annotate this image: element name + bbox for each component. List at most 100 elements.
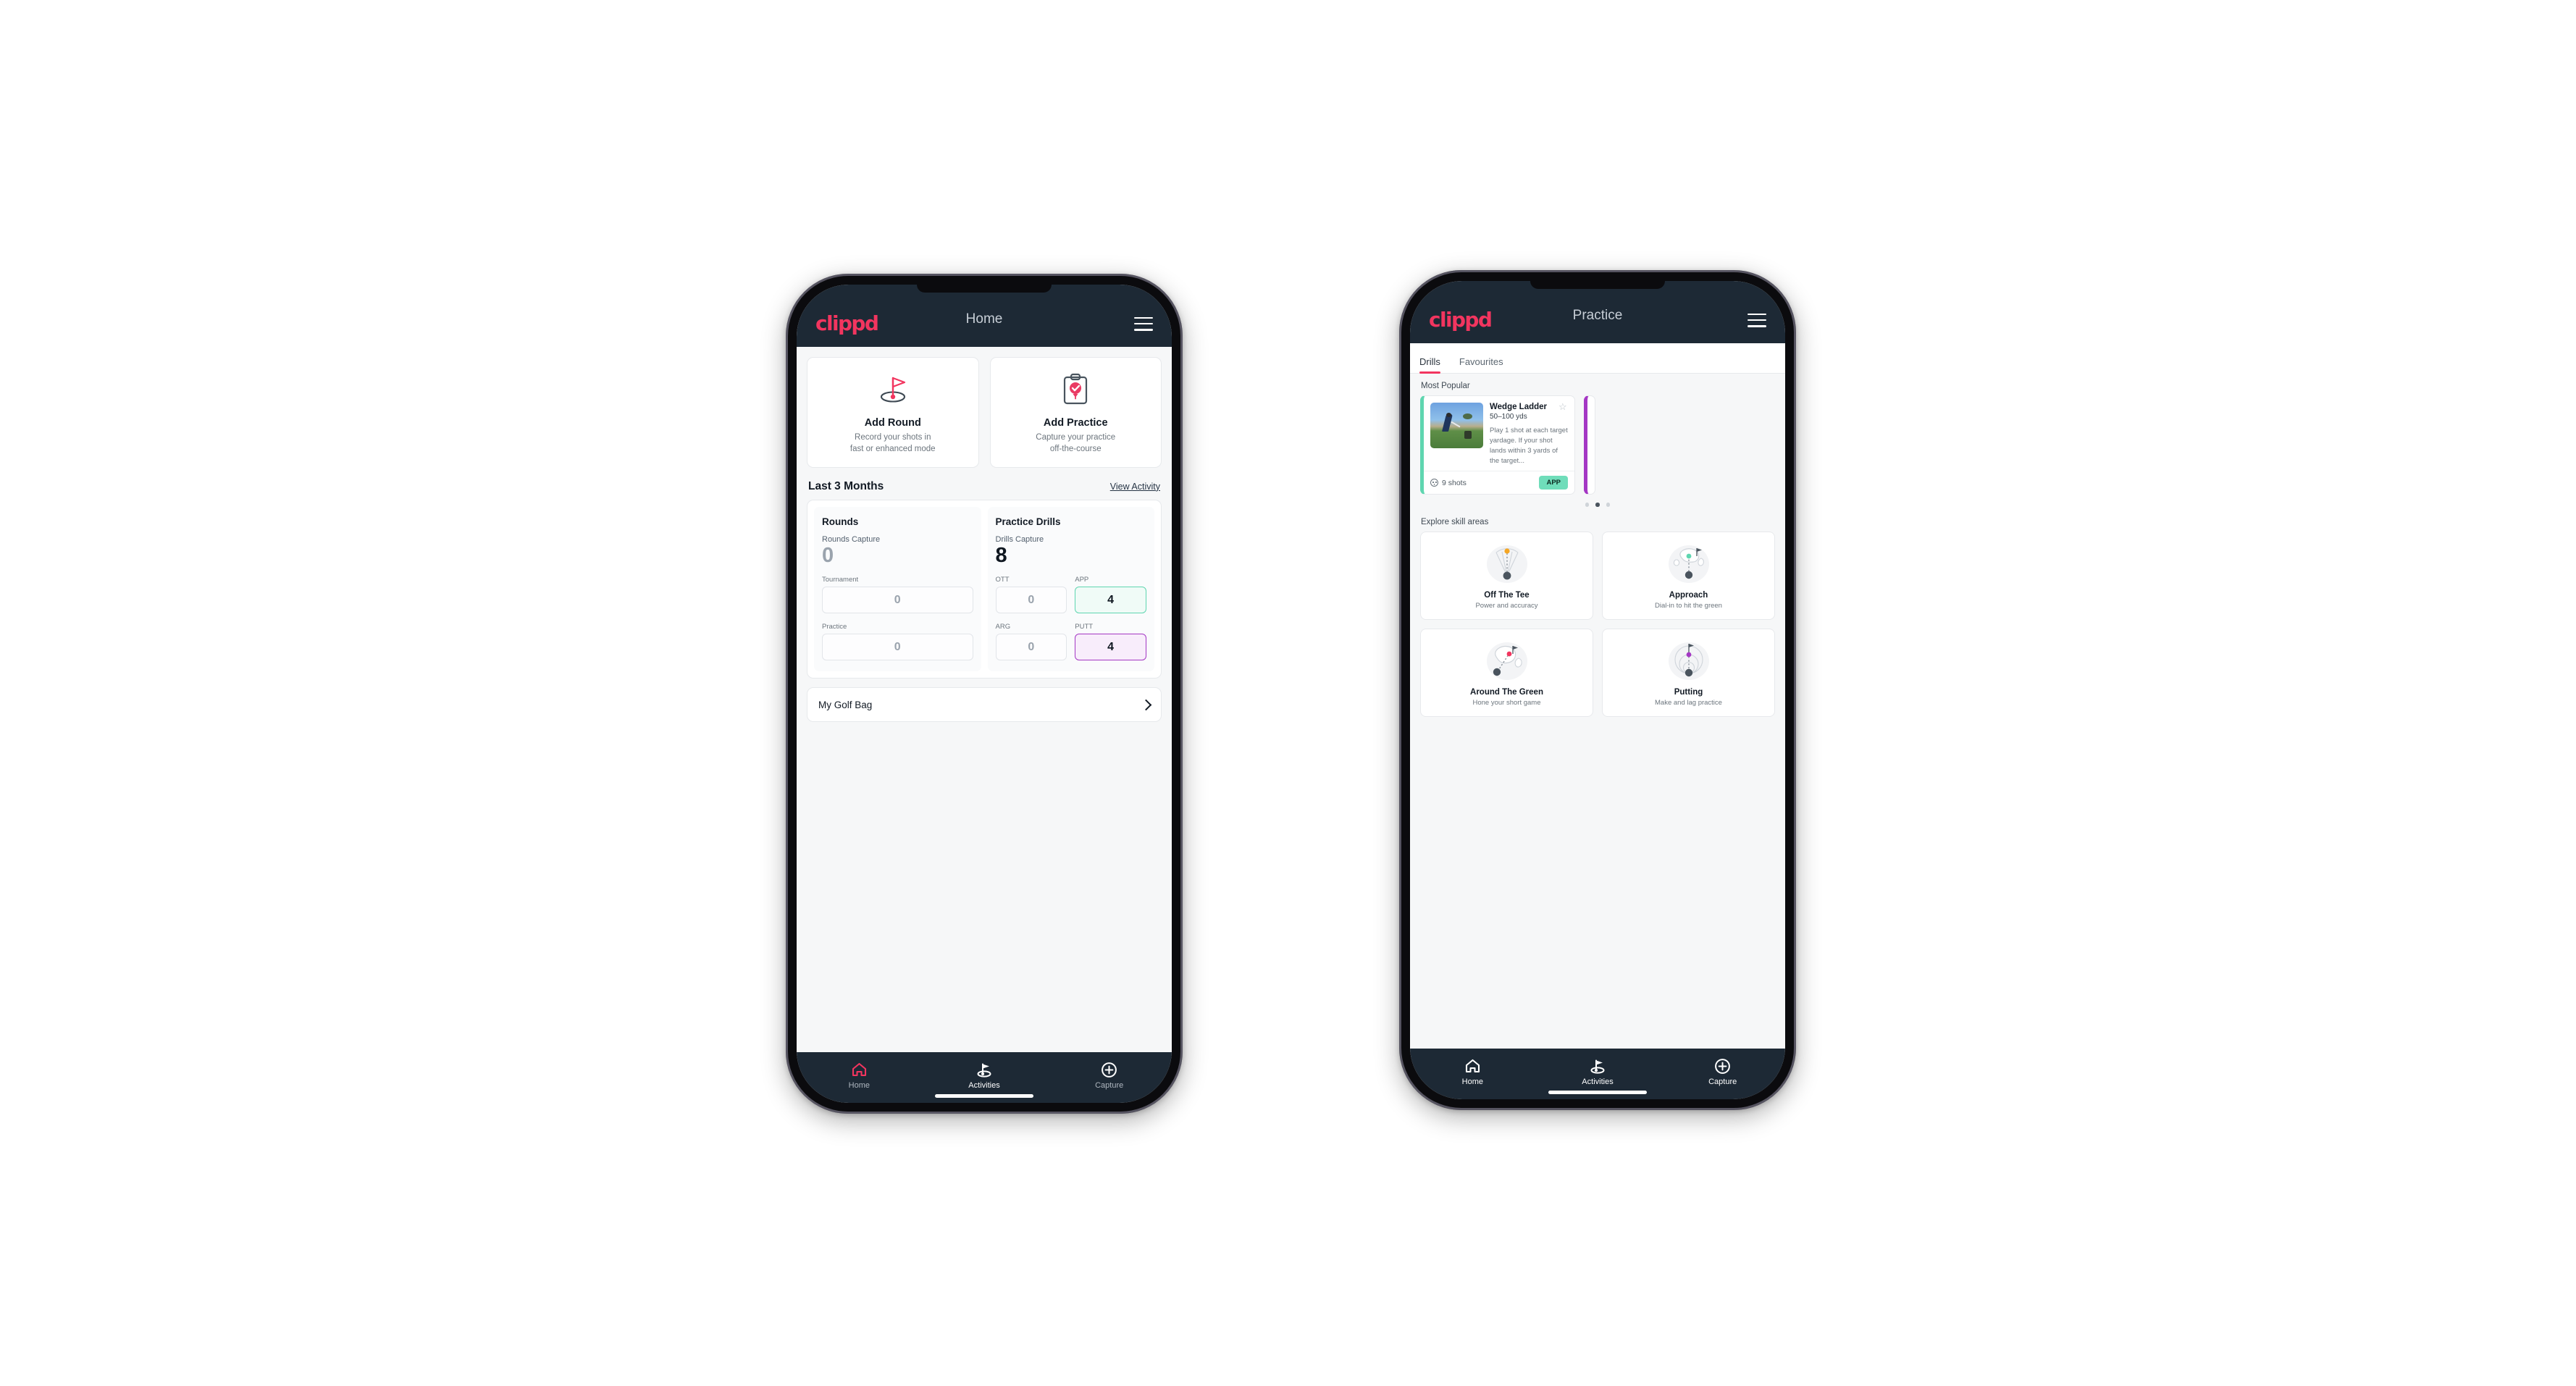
- home-icon: [797, 1061, 922, 1078]
- plus-circle-icon: [1046, 1061, 1172, 1078]
- skill-card-around-the-green[interactable]: Around The Green Hone your short game: [1420, 628, 1593, 717]
- rounds-column: Rounds Rounds Capture 0 Tournament 0 Pra…: [814, 506, 981, 672]
- arg-field: ARG 0: [995, 623, 1067, 661]
- drill-category-badge: APP: [1539, 476, 1568, 490]
- rounds-capture-value: 0: [822, 543, 834, 567]
- tee-shot-fan-icon: [1427, 541, 1587, 587]
- screenshot-stage: clippd Home Add Round Record your shots …: [0, 0, 2576, 1386]
- carousel-dot-2[interactable]: [1595, 503, 1600, 507]
- approach-green-icon: [1608, 541, 1769, 587]
- skill-name: Off The Tee: [1484, 590, 1530, 600]
- plus-circle-icon: [1660, 1057, 1785, 1075]
- nav-item-home[interactable]: Home: [1410, 1057, 1535, 1099]
- app-label: APP: [1075, 576, 1089, 584]
- notch: [917, 285, 1052, 293]
- tree-shape: [1463, 413, 1473, 420]
- skill-name: Approach: [1669, 590, 1708, 600]
- golf-flag-icon: [1535, 1057, 1661, 1075]
- skill-card-approach[interactable]: Approach Dial-in to hit the green: [1602, 531, 1775, 620]
- skill-card-putting[interactable]: Putting Make and lag practice: [1602, 628, 1775, 717]
- nav-item-home[interactable]: Home: [797, 1061, 922, 1103]
- bottom-nav-practice: Home Activities Capture: [1410, 1049, 1785, 1099]
- add-practice-title: Add Practice: [1043, 417, 1108, 429]
- drill-shots-label: 9 shots: [1442, 478, 1467, 487]
- skill-name: Putting: [1674, 687, 1703, 697]
- carousel-dots: [1410, 495, 1785, 510]
- skill-sub: Power and accuracy: [1475, 601, 1538, 610]
- ball-bucket-shape: [1464, 431, 1472, 440]
- practice-value[interactable]: 0: [822, 634, 973, 661]
- add-practice-card[interactable]: Add Practice Capture your practice off-t…: [989, 357, 1162, 468]
- my-golf-bag-row[interactable]: My Golf Bag: [807, 687, 1162, 723]
- putt-value[interactable]: 4: [1075, 634, 1146, 661]
- ott-label: OTT: [995, 576, 1010, 584]
- add-round-card[interactable]: Add Round Record your shots in fast or e…: [807, 357, 979, 468]
- drill-card[interactable]: Wedge Ladder ☆ 50–100 yds Play 1 shot at…: [1420, 395, 1575, 495]
- nav-item-capture[interactable]: Capture: [1046, 1061, 1172, 1103]
- golf-flag-icon: [922, 1061, 1047, 1078]
- carousel-dot-3[interactable]: [1606, 503, 1611, 507]
- drill-yardage: 50–100 yds: [1490, 413, 1527, 421]
- putt-field: PUTT 4: [1075, 623, 1146, 661]
- screen-practice: clippd Practice Drills Favourites Most P…: [1410, 281, 1785, 1099]
- nav-label-home: Home: [1461, 1078, 1483, 1086]
- drill-track: Wedge Ladder ☆ 50–100 yds Play 1 shot at…: [1420, 395, 1785, 495]
- ott-app-row: OTT 0 APP 4: [995, 576, 1146, 614]
- putt-label: PUTT: [1075, 623, 1094, 631]
- drills-heading: Practice Drills: [995, 516, 1061, 527]
- nav-item-capture[interactable]: Capture: [1660, 1057, 1785, 1099]
- clippd-logo[interactable]: clippd: [815, 314, 879, 334]
- tab-favourites[interactable]: Favourites: [1459, 356, 1514, 373]
- add-round-subtitle: Record your shots in fast or enhanced mo…: [815, 432, 971, 455]
- rounds-capture-label: Rounds Capture: [822, 534, 881, 544]
- hamburger-icon[interactable]: [1134, 316, 1153, 331]
- golfer-shape: [1441, 414, 1453, 432]
- arg-putt-row: ARG 0 PUTT 4: [995, 623, 1146, 661]
- add-practice-subtitle: Capture your practice off-the-course: [998, 432, 1154, 455]
- notch: [1530, 281, 1665, 289]
- skill-sub: Make and lag practice: [1655, 698, 1722, 707]
- my-golf-bag-label: My Golf Bag: [818, 699, 873, 710]
- drill-carousel[interactable]: Wedge Ladder ☆ 50–100 yds Play 1 shot at…: [1410, 395, 1785, 495]
- drill-description: Play 1 shot at each target yardage. If y…: [1490, 427, 1568, 465]
- chevron-right-icon: [1140, 699, 1152, 710]
- bottom-nav-home: Home Activities Capture: [797, 1052, 1172, 1103]
- arg-label: ARG: [995, 623, 1011, 631]
- drill-card-next-peek[interactable]: [1584, 395, 1595, 495]
- last-3-months-header: Last 3 Months View Activity: [797, 468, 1172, 500]
- hamburger-icon[interactable]: [1748, 313, 1766, 327]
- drill-card-top: Wedge Ladder ☆ 50–100 yds Play 1 shot at…: [1424, 396, 1574, 471]
- explore-skill-areas-label: Explore skill areas: [1421, 517, 1489, 526]
- drills-capture-label: Drills Capture: [995, 534, 1044, 544]
- skill-card-off-the-tee[interactable]: Off The Tee Power and accuracy: [1420, 531, 1593, 620]
- arg-value[interactable]: 0: [995, 634, 1067, 661]
- skill-sub: Hone your short game: [1472, 698, 1541, 707]
- nav-label-activities: Activities: [1582, 1078, 1614, 1086]
- home-icon: [1410, 1057, 1535, 1075]
- clippd-logo[interactable]: clippd: [1429, 310, 1493, 330]
- carousel-dot-1[interactable]: [1585, 503, 1590, 507]
- ott-value[interactable]: 0: [995, 587, 1067, 614]
- tournament-field: Tournament 0: [822, 576, 973, 614]
- ott-field: OTT 0: [995, 576, 1067, 614]
- app-value[interactable]: 4: [1075, 587, 1146, 614]
- nav-label-capture: Capture: [1708, 1078, 1737, 1086]
- stats-card: Rounds Rounds Capture 0 Tournament 0 Pra…: [807, 499, 1162, 679]
- drill-meta: Wedge Ladder ☆ 50–100 yds Play 1 shot at…: [1490, 402, 1568, 466]
- home-indicator: [935, 1094, 1033, 1098]
- add-round-sub-line1: Record your shots in: [855, 433, 931, 442]
- view-activity-link[interactable]: View Activity: [1110, 482, 1160, 492]
- tournament-value[interactable]: 0: [822, 587, 973, 614]
- add-round-title: Add Round: [864, 417, 921, 429]
- drills-capture-value: 8: [995, 543, 1007, 567]
- phone-mockup-home: clippd Home Add Round Record your shots …: [786, 274, 1183, 1114]
- tab-drills[interactable]: Drills: [1419, 356, 1451, 374]
- skill-areas-grid: Off The Tee Power and accuracy Approach …: [1410, 531, 1785, 717]
- most-popular-label: Most Popular: [1421, 382, 1470, 390]
- practice-field: Practice 0: [822, 623, 973, 661]
- quick-actions: Add Round Record your shots in fast or e…: [797, 347, 1172, 468]
- add-practice-sub-line1: Capture your practice: [1036, 433, 1116, 442]
- star-outline-icon[interactable]: ☆: [1558, 402, 1568, 412]
- practice-drills-column: Practice Drills Drills Capture 8 OTT 0 A…: [987, 506, 1154, 672]
- nav-label-home: Home: [848, 1081, 870, 1090]
